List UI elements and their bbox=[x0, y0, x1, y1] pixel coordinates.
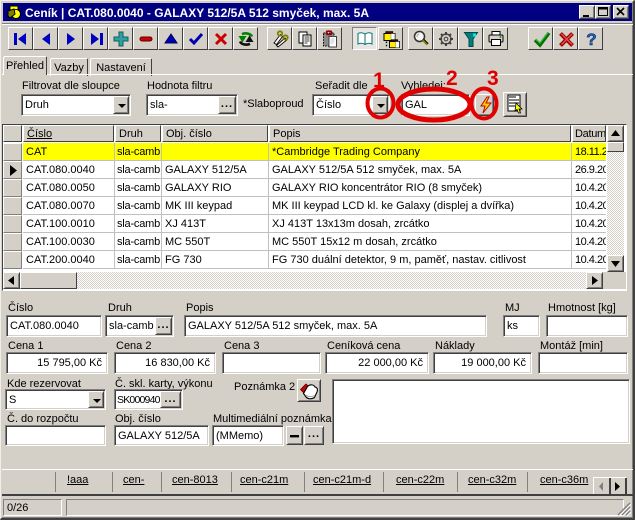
svg-text:2: 2 bbox=[446, 67, 458, 90]
svg-text:3: 3 bbox=[487, 67, 499, 90]
svg-text:1: 1 bbox=[373, 69, 385, 92]
